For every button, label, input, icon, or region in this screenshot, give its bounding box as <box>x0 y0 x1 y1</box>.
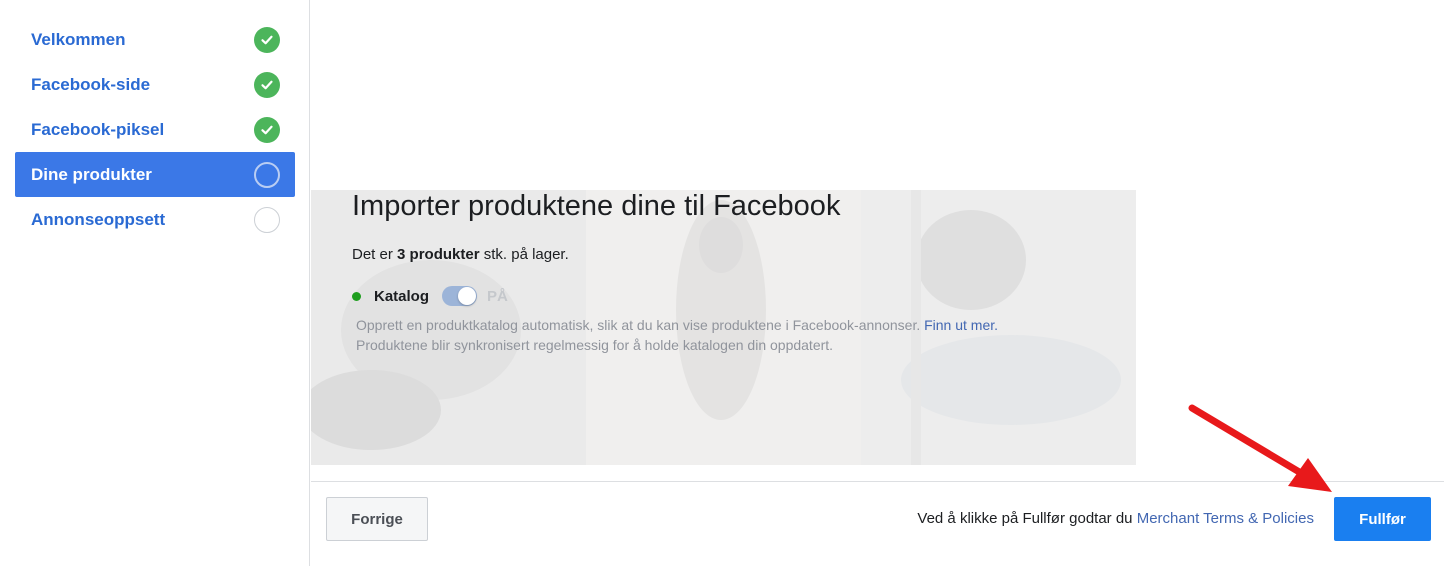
catalog-description-line-1: Opprett en produktkatalog automatisk, sl… <box>356 315 998 335</box>
status-dot-icon <box>352 291 361 301</box>
setup-sidebar: Velkommen Facebook-side Facebook-piksel … <box>0 0 310 566</box>
footer-divider <box>311 481 1444 482</box>
previous-button[interactable]: Forrige <box>326 497 428 541</box>
stock-summary: Det er 3 produkter stk. på lager. <box>352 246 569 263</box>
sidebar-item-facebook-piksel[interactable]: Facebook-piksel <box>15 107 295 152</box>
page-title: Importer produktene dine til Facebook <box>352 190 841 222</box>
empty-circle-icon <box>254 161 280 188</box>
catalog-description: Opprett en produktkatalog automatisk, sl… <box>356 315 998 355</box>
sidebar-item-dine-produkter[interactable]: Dine produkter <box>15 152 295 197</box>
catalog-label: Katalog <box>374 287 430 305</box>
finish-button[interactable]: Fullfør <box>1334 497 1431 541</box>
terms-notice: Ved å klikke på Fullfør godtar du Mercha… <box>917 510 1314 527</box>
check-circle-icon <box>254 26 280 53</box>
catalog-toggle[interactable] <box>442 286 478 306</box>
product-count: 3 produkter <box>397 246 480 263</box>
catalog-setting: Katalog PÅ <box>352 286 508 306</box>
stock-prefix: Det er <box>352 246 393 263</box>
empty-circle-icon <box>254 206 280 233</box>
red-arrow-icon <box>1188 404 1332 492</box>
toggle-state-label: PÅ <box>487 287 508 305</box>
toggle-knob <box>458 287 477 305</box>
terms-text: Ved å klikke på Fullfør godtar du <box>917 510 1133 527</box>
sidebar-item-annonseoppsett[interactable]: Annonseoppsett <box>15 197 295 242</box>
catalog-description-line-2: Produktene blir synkronisert regelmessig… <box>356 337 834 353</box>
check-circle-icon <box>254 116 280 143</box>
setup-steps-list: Velkommen Facebook-side Facebook-piksel … <box>15 17 295 242</box>
sidebar-item-label: Velkommen <box>31 29 126 49</box>
sidebar-item-label: Facebook-piksel <box>31 119 165 139</box>
merchant-terms-link[interactable]: Merchant Terms & Policies <box>1137 510 1314 527</box>
check-circle-icon <box>254 71 280 98</box>
sidebar-item-facebook-side[interactable]: Facebook-side <box>15 62 295 107</box>
sidebar-item-label: Dine produkter <box>31 164 152 184</box>
sidebar-item-label: Facebook-side <box>31 74 151 94</box>
stock-suffix: stk. på lager. <box>483 246 569 263</box>
sidebar-item-velkommen[interactable]: Velkommen <box>15 17 295 62</box>
import-products-panel: Importer produktene dine til Facebook De… <box>311 190 1136 465</box>
description-text: Opprett en produktkatalog automatisk, sl… <box>356 317 921 333</box>
sidebar-item-label: Annonseoppsett <box>31 209 166 229</box>
learn-more-link[interactable]: Finn ut mer. <box>924 317 998 333</box>
